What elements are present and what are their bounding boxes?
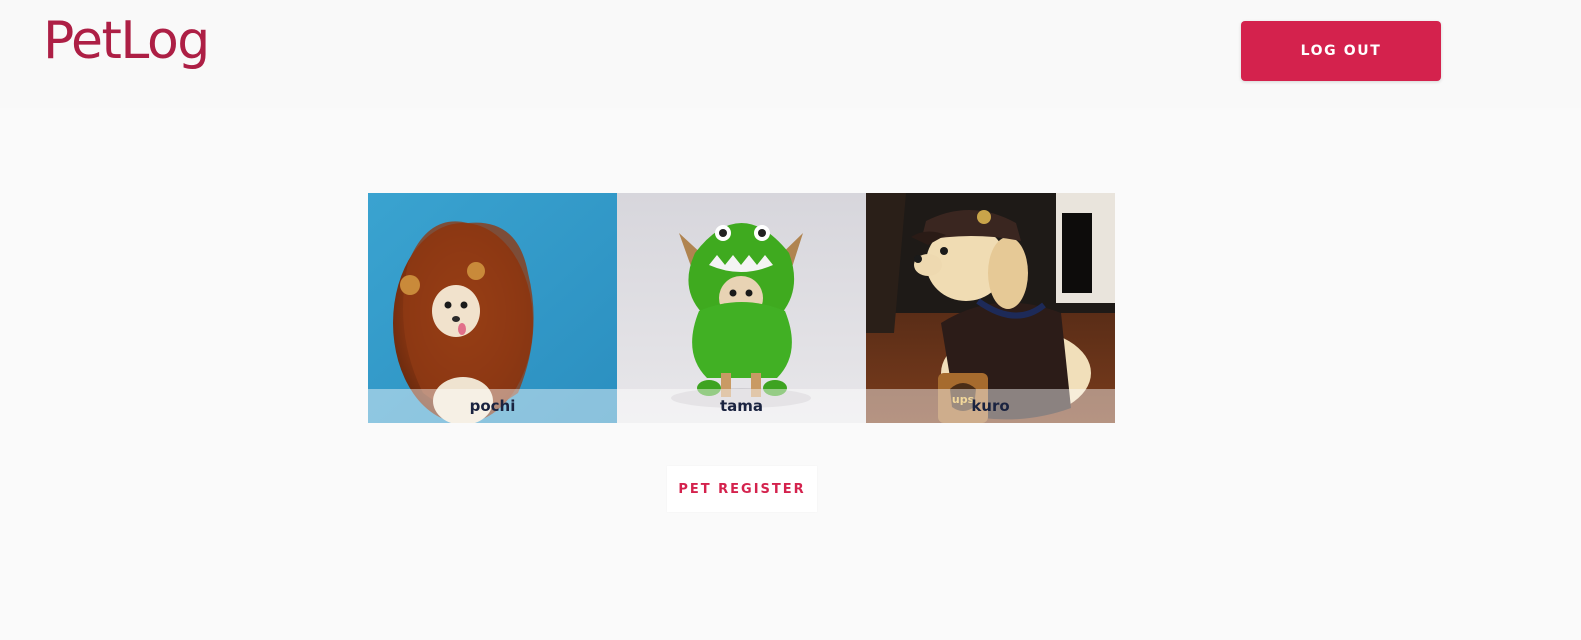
pet-name: pochi xyxy=(469,397,516,415)
pet-caption: kuro xyxy=(866,389,1115,423)
pet-register-button[interactable]: PET REGISTER xyxy=(667,466,817,512)
pet-card-kuro[interactable]: ups kuro xyxy=(866,193,1115,423)
pet-card-tama[interactable]: tama xyxy=(617,193,866,423)
logout-button[interactable]: LOG OUT xyxy=(1241,21,1441,81)
pet-name: tama xyxy=(719,397,764,415)
app-header: PetLog LOG OUT xyxy=(0,0,1581,108)
pet-caption: tama xyxy=(617,389,866,423)
pet-name: kuro xyxy=(971,397,1010,415)
pet-card-pochi[interactable]: pochi xyxy=(368,193,617,423)
app-logo[interactable]: PetLog xyxy=(43,10,210,72)
pet-caption: pochi xyxy=(368,389,617,423)
pet-gallery: pochi tama ups kuro xyxy=(368,193,1115,423)
